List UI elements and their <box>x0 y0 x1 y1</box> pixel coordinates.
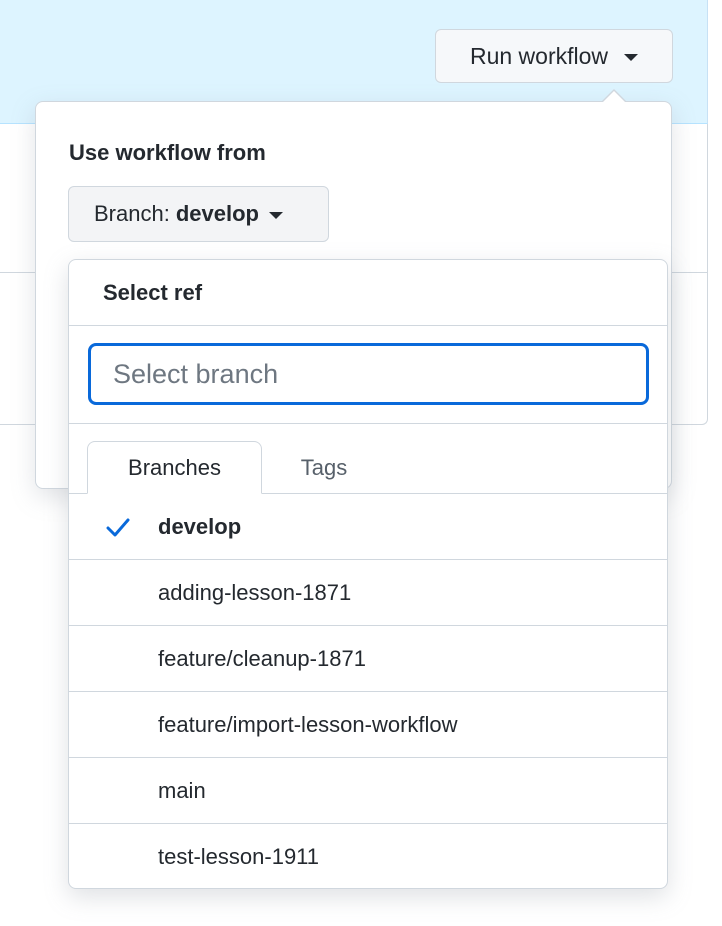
select-ref-title: Select ref <box>103 280 203 305</box>
branch-button-value: develop <box>175 201 259 226</box>
caret-down-icon <box>624 54 639 61</box>
branch-list: develop adding-lesson-1871 feature/clean… <box>69 494 667 888</box>
branch-filter-area <box>69 326 667 424</box>
select-ref-menu: Select ref Branches Tags develop adding-… <box>68 259 668 889</box>
branch-name: feature/import-lesson-workflow <box>158 711 458 737</box>
tab-branches[interactable]: Branches <box>87 441 262 494</box>
branch-select-button[interactable]: Branch: develop <box>68 186 329 242</box>
branch-item-feature-import-lesson-workflow[interactable]: feature/import-lesson-workflow <box>69 692 667 758</box>
branch-item-develop[interactable]: develop <box>69 494 667 560</box>
use-workflow-from-heading: Use workflow from <box>69 140 266 165</box>
run-workflow-button[interactable]: Run workflow <box>435 29 673 83</box>
branch-name: feature/cleanup-1871 <box>158 645 366 671</box>
popover-arrow-fill <box>602 91 626 103</box>
branch-name: adding-lesson-1871 <box>158 579 352 605</box>
check-icon <box>106 518 130 537</box>
branch-name: main <box>158 777 206 803</box>
branch-filter-input[interactable] <box>88 343 649 405</box>
run-workflow-label: Run workflow <box>469 42 609 69</box>
branch-item-adding-lesson-1871[interactable]: adding-lesson-1871 <box>69 560 667 626</box>
tab-tags[interactable]: Tags <box>269 441 379 494</box>
caret-down-icon <box>268 212 283 219</box>
branch-name: develop <box>158 513 242 539</box>
tab-branches-label: Branches <box>128 454 221 480</box>
branch-button-prefix: Branch: <box>94 201 170 226</box>
select-ref-header: Select ref <box>69 260 667 326</box>
branch-item-feature-cleanup-1871[interactable]: feature/cleanup-1871 <box>69 626 667 692</box>
branch-item-test-lesson-1911[interactable]: test-lesson-1911 <box>69 824 667 888</box>
branch-name: test-lesson-1911 <box>158 844 320 869</box>
branch-item-main[interactable]: main <box>69 758 667 824</box>
tab-tags-label: Tags <box>300 454 348 480</box>
ref-type-tabs: Branches Tags <box>69 424 667 494</box>
